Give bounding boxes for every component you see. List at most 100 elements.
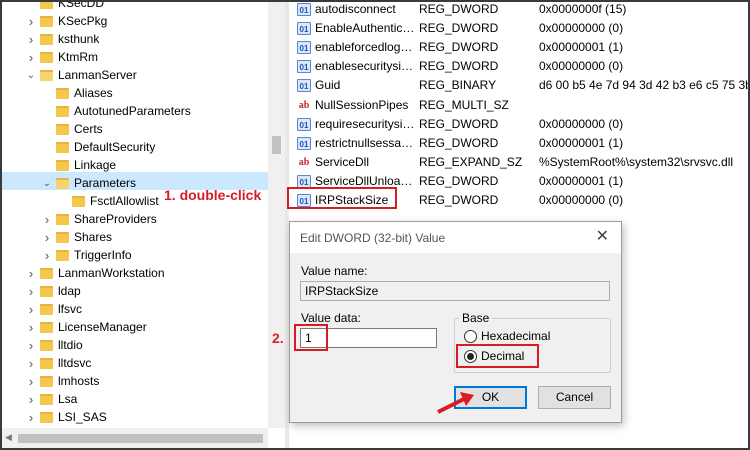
folder-icon	[56, 88, 69, 99]
value-type-cell: REG_DWORD	[419, 40, 499, 55]
folder-icon	[56, 232, 69, 243]
tree-item[interactable]: › KtmRm	[2, 48, 268, 66]
folder-icon	[56, 214, 69, 225]
value-name-cell: requiresecuritysi…	[315, 116, 413, 131]
tree-item[interactable]: › lltdsvc	[2, 354, 268, 372]
value-data-cell: %SystemRoot%\system32\srvsvc.dll	[539, 154, 734, 169]
hexadecimal-label[interactable]: Hexadecimal	[481, 329, 550, 343]
chevron-right-icon[interactable]: ›	[26, 338, 36, 353]
folder-open-icon	[40, 70, 53, 81]
tree-item-label: DefaultSecurity	[74, 140, 156, 154]
tree-item[interactable]: › Shares	[2, 228, 268, 246]
value-type-cell: REG_DWORD	[419, 116, 499, 131]
value-row[interactable]: 01 autodisconnect REG_DWORD 0x0000000f (15)	[289, 2, 748, 19]
value-row[interactable]: ab ServiceDll REG_EXPAND_SZ %SystemRoot%\sy…	[289, 153, 748, 172]
chevron-right-icon[interactable]: ›	[26, 32, 36, 47]
tree-item[interactable]: › KSecPkg	[2, 12, 268, 30]
scroll-left-arrow-icon[interactable]: ◀	[5, 432, 12, 443]
tree-item-label: ldap	[58, 284, 81, 298]
tree-item-label: lltdsvc	[58, 356, 92, 370]
tree-item[interactable]: ⌄ LanmanServer	[2, 66, 268, 84]
chevron-right-icon[interactable]: ›	[42, 248, 52, 263]
value-row[interactable]: ab NullSessionPipes REG_MULTI_SZ	[289, 96, 748, 115]
tree-item[interactable]: Certs	[2, 120, 268, 138]
value-row[interactable]: 01 requiresecuritysi… REG_DWORD 0x00000000 …	[289, 115, 748, 134]
value-name-field[interactable]: IRPStackSize	[300, 281, 610, 301]
decimal-highlight-box	[456, 344, 539, 368]
binary-value-icon: 01	[297, 60, 311, 74]
tree-horizontal-scrollbar[interactable]: ◀	[2, 428, 268, 448]
tree-item-label: Certs	[74, 122, 103, 136]
value-name-cell: EnableAuthentic…	[315, 21, 413, 36]
value-row[interactable]: 01 Guid REG_BINARY d6 00 b5 4e 7d 94 3d 42 …	[289, 76, 748, 95]
tree-item[interactable]: AutotunedParameters	[2, 102, 268, 120]
tree-item-label: FsctlAllowlist	[90, 194, 159, 208]
chevron-right-icon[interactable]: ›	[26, 374, 36, 389]
chevron-down-icon[interactable]: ⌄	[42, 178, 52, 189]
tree-item-label: lmhosts	[58, 374, 100, 388]
value-row[interactable]: 01 restrictnullsessa… REG_DWORD 0x00000001 …	[289, 134, 748, 153]
value-row[interactable]: 01 enableforcedlog… REG_DWORD 0x00000001 (1…	[289, 38, 748, 57]
value-name-cell: autodisconnect	[315, 2, 396, 16]
chevron-right-icon[interactable]: ›	[26, 356, 36, 371]
tree-item[interactable]: › ldap	[2, 282, 268, 300]
tree-item[interactable]: › LanmanWorkstation	[2, 264, 268, 282]
tree-item[interactable]: › lmhosts	[2, 372, 268, 390]
value-type-cell: REG_DWORD	[419, 193, 499, 207]
binary-value-icon: 01	[297, 3, 311, 16]
value-name-cell: enableforcedlog…	[315, 40, 413, 55]
tree-item[interactable]: DefaultSecurity	[2, 138, 268, 156]
tree-item[interactable]: KSecDD	[2, 2, 268, 12]
tree-item-label: Aliases	[74, 86, 113, 100]
tree-scrollbar-thumb[interactable]	[272, 136, 281, 154]
value-name-cell: ServiceDll	[315, 154, 370, 169]
tree-item[interactable]: › TriggerInfo	[2, 246, 268, 264]
value-name-cell: Guid	[315, 78, 341, 93]
value-data-cell: d6 00 b5 4e 7d 94 3d 42 b3 e6 c5 75 3b 2…	[539, 78, 748, 93]
folder-icon	[56, 106, 69, 117]
chevron-right-icon[interactable]: ›	[26, 14, 36, 29]
tree-item[interactable]: › lfsvc	[2, 300, 268, 318]
folder-icon	[40, 340, 53, 351]
tree-item[interactable]: › ShareProviders	[2, 210, 268, 228]
chevron-down-icon[interactable]: ⌄	[26, 70, 36, 81]
folder-icon	[40, 376, 53, 387]
value-row[interactable]: 01 EnableAuthentic… REG_DWORD 0x00000000 (0…	[289, 19, 748, 38]
folder-icon	[56, 142, 69, 153]
tree-hscroll-thumb[interactable]	[18, 434, 263, 443]
value-name-cell: NullSessionPipes	[315, 97, 409, 112]
tree-item[interactable]: Aliases	[2, 84, 268, 102]
chevron-right-icon[interactable]: ›	[26, 320, 36, 335]
tree-item[interactable]: › ksthunk	[2, 30, 268, 48]
close-icon[interactable]: ✕	[596, 229, 609, 245]
step1-annotation: 1. double-click	[164, 187, 262, 203]
hexadecimal-radio[interactable]	[464, 330, 477, 343]
registry-key-tree[interactable]: KSecDD › KSecPkg › ksthunk › KtmRm ⌄ LanmanServe…	[2, 2, 268, 428]
chevron-right-icon[interactable]: ›	[26, 410, 36, 425]
value-row[interactable]: 01 enablesecuritysi… REG_DWORD 0x00000000 (…	[289, 57, 748, 76]
chevron-right-icon[interactable]: ›	[26, 266, 36, 281]
chevron-right-icon[interactable]: ›	[42, 230, 52, 245]
binary-value-icon: 01	[297, 117, 311, 131]
folder-icon	[40, 394, 53, 405]
tree-vertical-scrollbar[interactable]	[268, 2, 285, 428]
tree-item[interactable]: Linkage	[2, 156, 268, 174]
tree-item[interactable]: › Lsa	[2, 390, 268, 408]
tree-item[interactable]: › LicenseManager	[2, 318, 268, 336]
value-type-cell: REG_DWORD	[419, 59, 499, 74]
tree-item-label: LSI_SAS	[58, 410, 107, 424]
chevron-right-icon[interactable]: ›	[26, 284, 36, 299]
tree-item-label: LicenseManager	[58, 320, 147, 334]
chevron-right-icon[interactable]: ›	[42, 212, 52, 227]
chevron-right-icon[interactable]: ›	[26, 302, 36, 317]
chevron-right-icon[interactable]: ›	[26, 50, 36, 65]
folder-icon	[40, 304, 53, 315]
tree-item[interactable]: › LSI_SAS	[2, 408, 268, 426]
tree-item[interactable]: › lltdio	[2, 336, 268, 354]
value-data-cell: 0x00000001 (1)	[539, 173, 624, 188]
value-type-cell: REG_DWORD	[419, 21, 499, 36]
chevron-right-icon[interactable]: ›	[26, 392, 36, 407]
binary-value-icon: 01	[297, 22, 311, 36]
cancel-button[interactable]: Cancel	[538, 386, 611, 409]
tree-item-label: AutotunedParameters	[74, 104, 191, 118]
